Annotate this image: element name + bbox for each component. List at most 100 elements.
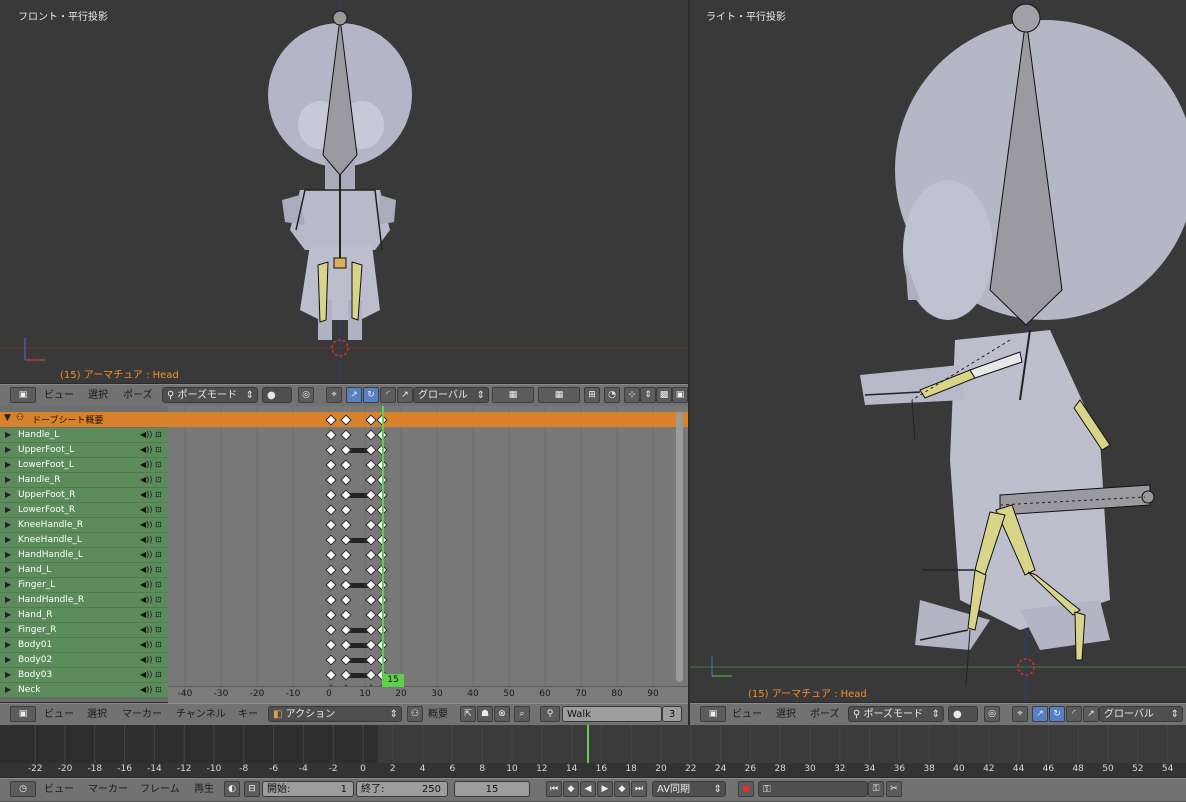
menu-view[interactable]: ビュー (44, 388, 74, 404)
keyframe[interactable] (325, 489, 337, 501)
camera-icon[interactable]: ▣ (672, 387, 688, 403)
keyframe[interactable] (365, 519, 377, 531)
insert-keyframe-icon[interactable]: ⚿ (868, 781, 884, 797)
action-users-count[interactable]: 3 (662, 706, 682, 722)
keyframe[interactable] (365, 534, 377, 546)
keyframe[interactable] (365, 474, 377, 486)
keying-set-field[interactable]: ⚿ (758, 781, 868, 797)
dopesheet-mode-selector[interactable]: ◧ アクション ⇕ (268, 706, 402, 722)
delete-keyframe-icon[interactable]: ✂ (886, 781, 902, 797)
play-reverse-icon[interactable]: ◀ (580, 781, 596, 797)
keyframe[interactable] (325, 624, 337, 636)
keyframe[interactable] (340, 624, 352, 636)
keyframe[interactable] (365, 564, 377, 576)
manipulator-toggle-icon[interactable]: ⌖ (326, 387, 342, 403)
orientation-selector[interactable]: グローバル ⇕ (413, 387, 489, 403)
editor-type-icon[interactable]: ▣ (10, 387, 36, 403)
menu-marker[interactable]: マーカー (122, 707, 162, 723)
keyframe[interactable] (340, 609, 352, 621)
jump-start-icon[interactable]: ⏮ (546, 781, 562, 797)
layers-grid-2-icon[interactable]: ▦ (538, 387, 580, 403)
keyframe[interactable] (325, 549, 337, 561)
right-viewport[interactable]: ライト・平行投影 (15) アーマチュア : Head (690, 0, 1186, 702)
action-name-field[interactable]: Walk (562, 706, 662, 722)
keyframe[interactable] (325, 519, 337, 531)
keyframe[interactable] (340, 519, 352, 531)
snap-target-icon[interactable]: ⇕ (640, 387, 656, 403)
timeline-ruler[interactable]: -22 -20 -18 -16 -14 -12 -10 -8 -6 -4 -2 0 2 4 6 8 10 12 14… (0, 763, 1186, 777)
start-frame-field[interactable]: 開始: 1 (262, 781, 354, 797)
keyframe[interactable] (340, 669, 352, 681)
editor-type-icon[interactable]: ◷ (10, 781, 36, 797)
keyframe[interactable] (340, 594, 352, 606)
menu-key[interactable]: キー (238, 707, 258, 723)
keyframe[interactable] (325, 459, 337, 471)
keyframe[interactable] (325, 669, 337, 681)
keyframe[interactable] (340, 489, 352, 501)
translate-icon[interactable]: ↗ (1032, 706, 1048, 722)
keyframe[interactable] (365, 429, 377, 441)
menu-view[interactable]: ビュー (44, 782, 74, 798)
show-errors-icon[interactable]: ⊗ (494, 706, 510, 722)
keyframe[interactable] (340, 504, 352, 516)
keyframe[interactable] (325, 534, 337, 546)
keyframe[interactable] (325, 474, 337, 486)
summary-toggle-icon[interactable]: ⚇ (407, 706, 423, 722)
action-browse-icon[interactable]: ⚲ (540, 706, 560, 722)
menu-select[interactable]: 選択 (776, 707, 796, 723)
record-icon[interactable]: ● (738, 781, 754, 797)
keyframe[interactable] (340, 639, 352, 651)
menu-playback[interactable]: 再生 (194, 782, 214, 798)
summary-keyframe[interactable] (325, 414, 337, 426)
end-frame-field[interactable]: 終了: 250 (356, 781, 448, 797)
keyframe[interactable] (340, 534, 352, 546)
menu-pose[interactable]: ポーズ (810, 707, 840, 723)
menu-frame[interactable]: フレーム (140, 782, 180, 798)
pivot-icon[interactable]: ◎ (298, 387, 314, 403)
front-viewport[interactable]: フロント・平行投影 (15) アーマチュア : Head (0, 0, 688, 383)
timeline-current-frame[interactable] (587, 725, 589, 763)
menu-pose[interactable]: ポーズ (123, 388, 153, 404)
orientation-selector[interactable]: グローバル ⇕ (1099, 706, 1183, 722)
summary-keyframe[interactable] (340, 414, 352, 426)
lock-range-icon[interactable]: ⊟ (244, 781, 260, 797)
keyframe[interactable] (325, 609, 337, 621)
layers-grid-icon[interactable]: ▦ (492, 387, 534, 403)
keyframe[interactable] (365, 639, 377, 651)
keyframe[interactable] (365, 489, 377, 501)
dopesheet-ruler[interactable]: -40 -30 -20 -10 0 10 20 30 40 50 60 70 80 90 (168, 686, 688, 703)
current-frame-line[interactable] (382, 406, 384, 692)
render-icon[interactable]: ▩ (656, 387, 672, 403)
transform-space-icon[interactable]: ↗ (397, 387, 413, 403)
keyframe[interactable] (325, 564, 337, 576)
keyframe[interactable] (365, 444, 377, 456)
menu-view[interactable]: ビュー (732, 707, 762, 723)
keyframe[interactable] (325, 594, 337, 606)
menu-select[interactable]: 選択 (87, 707, 107, 723)
play-icon[interactable]: ▶ (597, 781, 613, 797)
keyframe[interactable] (325, 654, 337, 666)
keyframe[interactable] (365, 594, 377, 606)
snap-icon[interactable]: ⊹ (624, 387, 640, 403)
lock-icon[interactable]: ⊞ (584, 387, 600, 403)
keyframe[interactable] (365, 609, 377, 621)
pivot-icon[interactable]: ◎ (984, 706, 1000, 722)
show-hidden-icon[interactable]: ☗ (477, 706, 493, 722)
current-frame-badge[interactable]: 15 (382, 674, 404, 687)
menu-channel[interactable]: チャンネル (176, 707, 226, 723)
menu-view[interactable]: ビュー (44, 707, 74, 723)
sync-mode-selector[interactable]: AV同期 ⇕ (652, 781, 726, 797)
keyframe[interactable] (365, 579, 377, 591)
keyframe[interactable] (325, 579, 337, 591)
keyframe[interactable] (365, 549, 377, 561)
prev-keyframe-icon[interactable]: ◆ (563, 781, 579, 797)
transform-space-icon[interactable]: ↗ (1083, 706, 1099, 722)
keyframe[interactable] (340, 549, 352, 561)
scale-icon[interactable]: ◜ (380, 387, 396, 403)
rotate-icon[interactable]: ↻ (363, 387, 379, 403)
editor-type-icon[interactable]: ▣ (10, 706, 36, 722)
only-selected-icon[interactable]: ⇱ (460, 706, 476, 722)
keyframe[interactable] (365, 669, 377, 681)
next-keyframe-icon[interactable]: ◆ (614, 781, 630, 797)
dopesheet-scrollbar[interactable] (676, 412, 683, 682)
